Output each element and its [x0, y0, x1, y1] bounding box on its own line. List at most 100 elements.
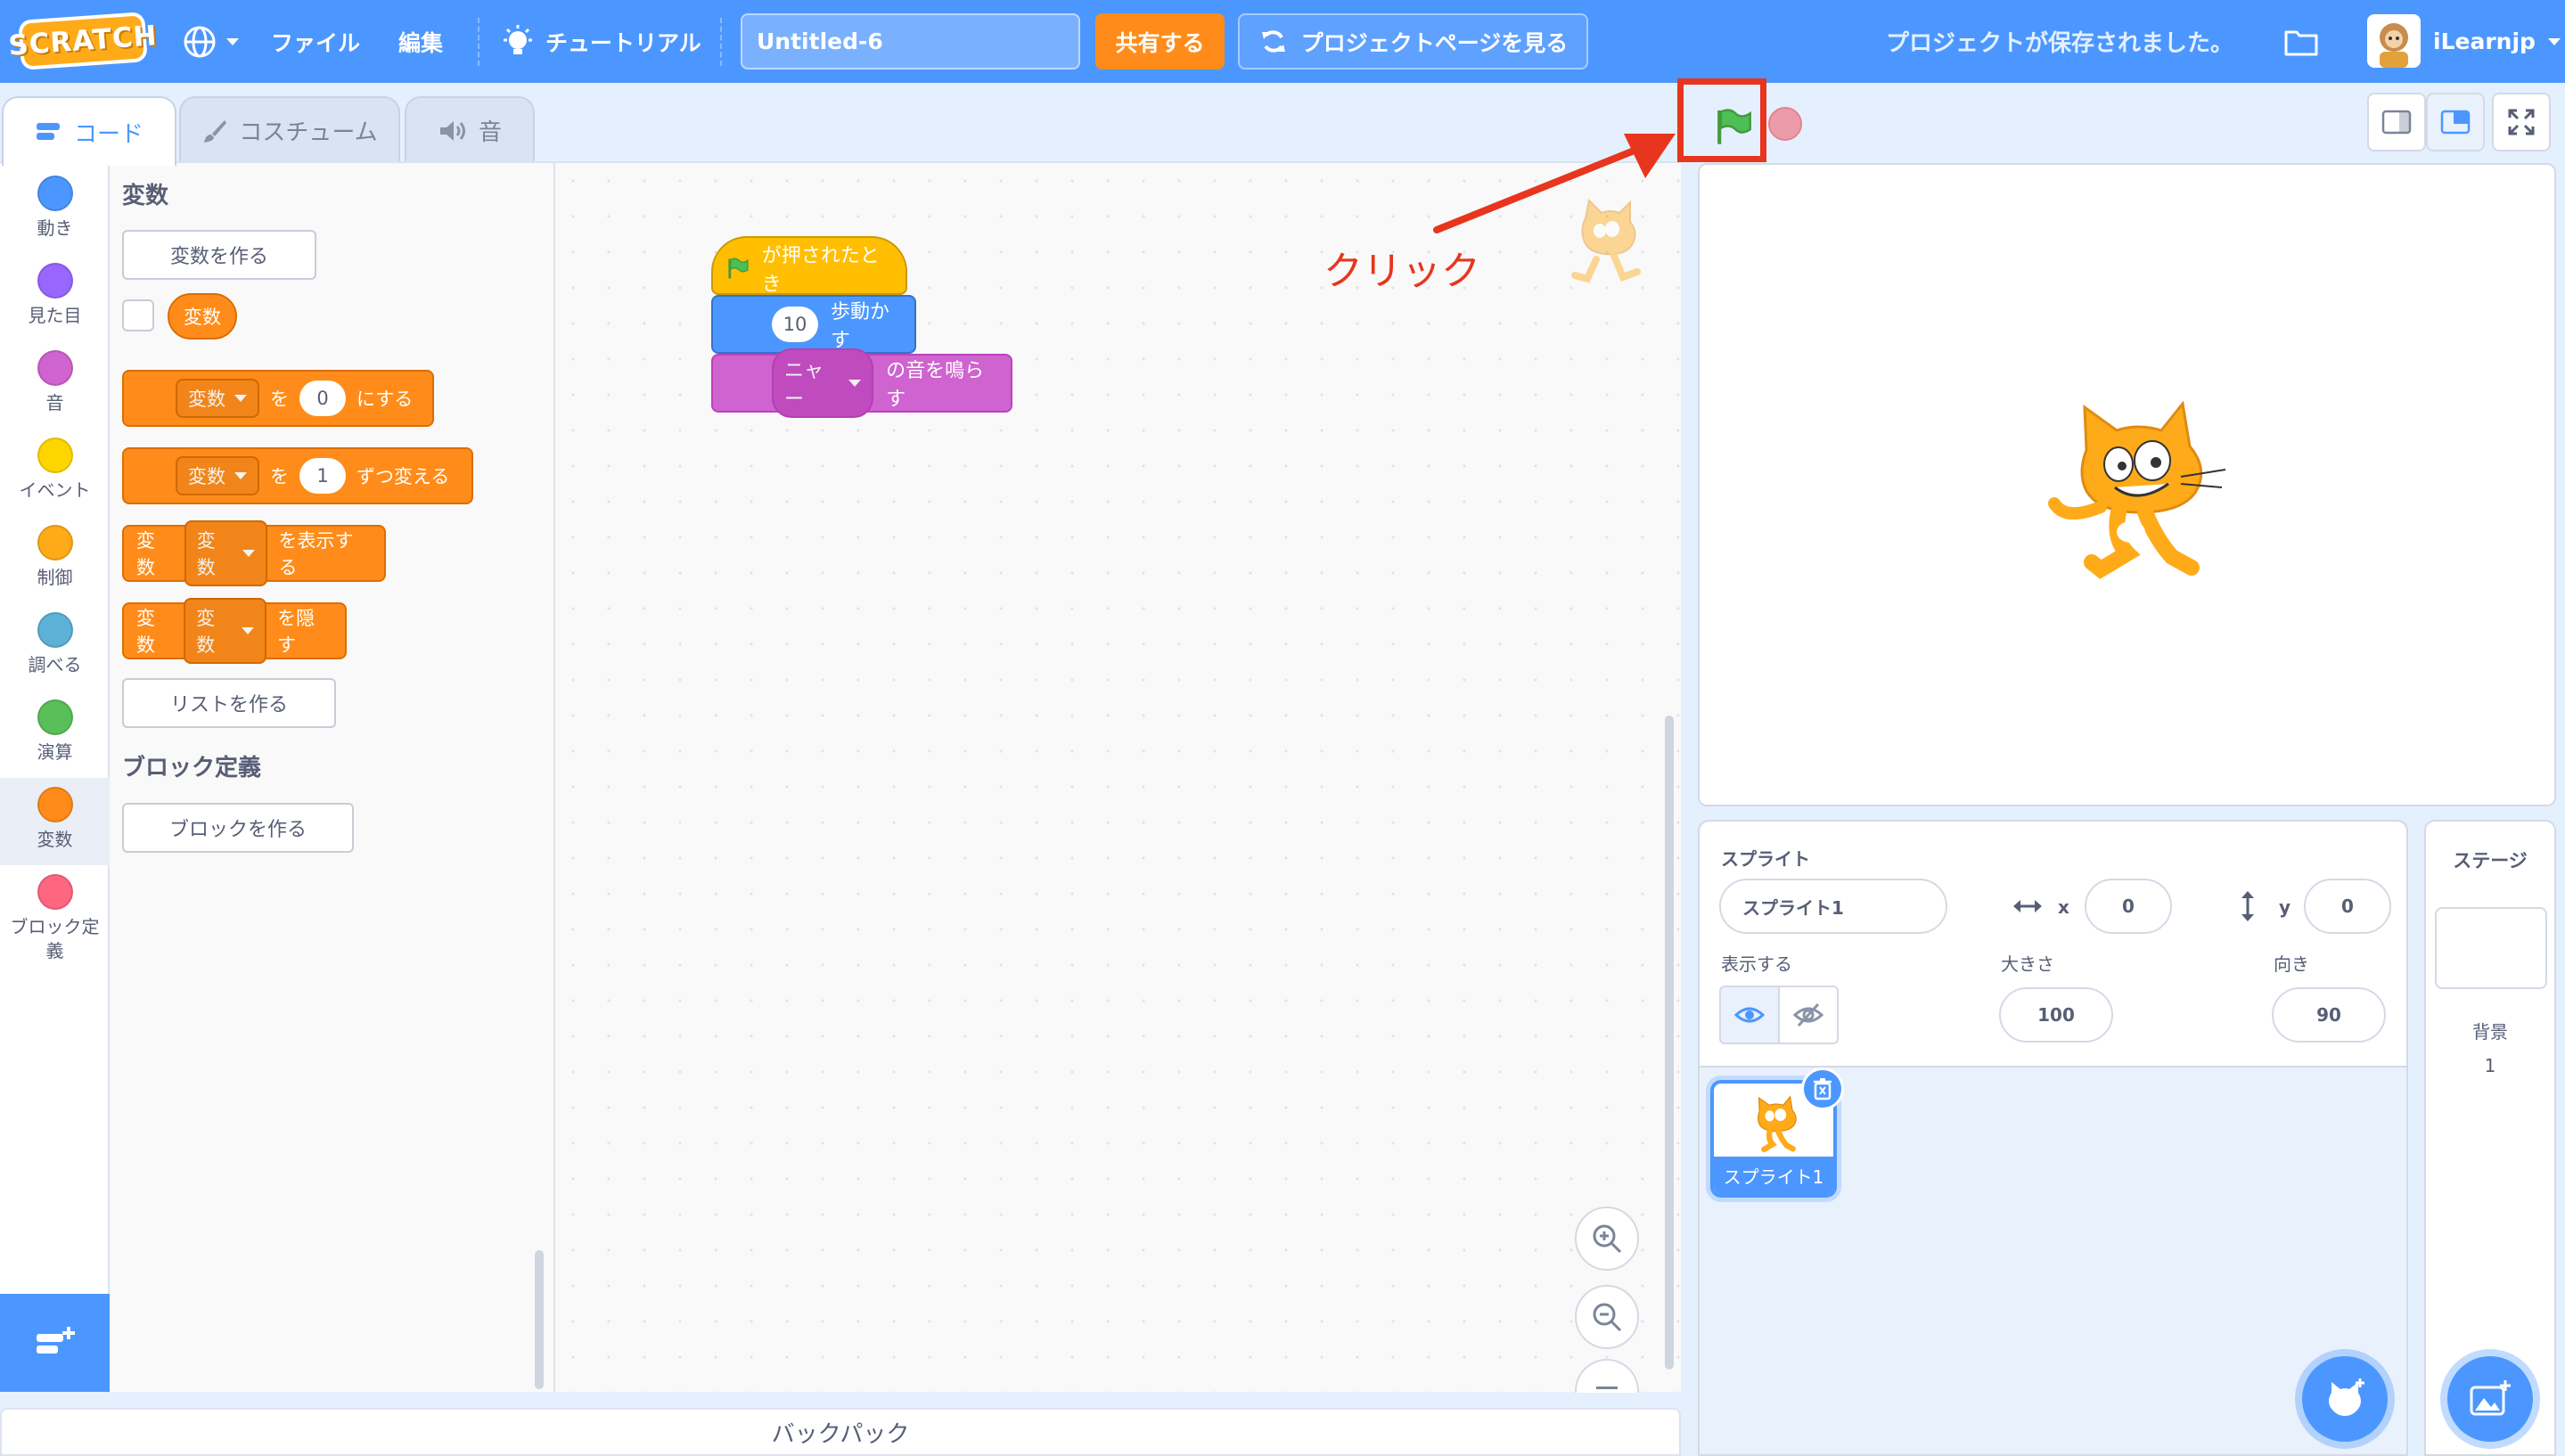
block-text: にする — [356, 389, 414, 410]
see-project-page-button[interactable]: プロジェクトページを見る — [1238, 13, 1588, 70]
make-variable-button[interactable]: 変数を作る — [122, 230, 316, 280]
make-block-button[interactable]: ブロックを作る — [122, 803, 354, 853]
normal-stage-button[interactable] — [2426, 93, 2485, 151]
category-sensing[interactable]: 調べる — [0, 612, 110, 694]
change-variable-block[interactable]: 変数 を 1 ずつ変える — [122, 447, 473, 504]
variable-dropdown[interactable]: 変数 — [184, 598, 267, 664]
trash-icon — [1814, 1078, 1832, 1100]
category-looks[interactable]: 見た目 — [0, 263, 110, 345]
set-variable-block[interactable]: 変数 を 0 にする — [122, 370, 434, 427]
variable-reporter[interactable]: 変数 — [168, 293, 237, 339]
stop-button[interactable] — [1768, 107, 1802, 141]
zoom-out-button[interactable] — [1575, 1285, 1639, 1349]
username-label: iLearnjp — [2433, 29, 2536, 54]
backpack[interactable]: バックパック — [0, 1408, 1681, 1456]
category-dot — [37, 350, 73, 386]
palette-scrollbar[interactable] — [535, 1250, 544, 1389]
category-operators[interactable]: 演算 — [0, 699, 110, 781]
direction-input[interactable]: 90 — [2272, 987, 2386, 1043]
zoom-in-button[interactable] — [1575, 1207, 1639, 1271]
fullscreen-icon — [2508, 109, 2535, 135]
share-button[interactable]: 共有する — [1095, 13, 1225, 70]
avatar-image-icon — [2380, 23, 2408, 68]
block-text: が押されたとき — [761, 245, 880, 296]
tab-costumes[interactable]: コスチューム — [179, 96, 400, 163]
hide-variable-block[interactable]: 変数 変数 を隠す — [122, 598, 347, 664]
choose-backdrop-button[interactable] — [2447, 1356, 2533, 1442]
tab-sounds[interactable]: 音 — [405, 96, 535, 163]
delete-sprite-button[interactable] — [1801, 1067, 1844, 1110]
show-variable-block[interactable]: 変数 変数 を表示する — [122, 520, 386, 586]
variable-dropdown[interactable]: 変数 — [176, 379, 259, 418]
chevron-down-icon — [234, 395, 247, 402]
eye-slash-icon — [1793, 1002, 1823, 1027]
y-label: y — [2279, 896, 2291, 918]
project-title-input[interactable]: Untitled-6 — [741, 13, 1080, 70]
sprite-name-input[interactable]: スプライト1 — [1719, 879, 1947, 934]
y-input[interactable]: 0 — [2304, 879, 2391, 934]
stage-selector[interactable]: ステージ 背景 1 — [2424, 820, 2556, 1456]
block-palette: 変数 変数を作る 変数 変数 を 0 にする 変数 を 1 ずつ変える 変数 変… — [110, 161, 555, 1392]
category-label: 音 — [45, 392, 64, 413]
move-steps-block[interactable]: 10 歩動かす — [711, 295, 916, 354]
tutorials-menu[interactable]: チュートリアル — [501, 0, 701, 83]
folder-icon — [2284, 30, 2318, 55]
normal-stage-icon — [2440, 110, 2471, 135]
category-sound[interactable]: 音 — [0, 350, 110, 432]
variable-checkbox[interactable] — [122, 299, 154, 331]
category-my-blocks[interactable]: ブロック定義 — [0, 874, 110, 972]
category-control[interactable]: 制御 — [0, 525, 110, 607]
file-menu[interactable]: ファイル — [271, 0, 360, 83]
tab-code[interactable]: コード — [2, 96, 176, 166]
scratch-logo[interactable]: SCRATCH — [7, 12, 159, 70]
category-variables[interactable]: 変数 — [0, 778, 110, 865]
zoom-reset-button[interactable] — [1575, 1359, 1639, 1393]
fullscreen-button[interactable] — [2492, 93, 2551, 151]
hide-sprite-button[interactable] — [1778, 986, 1839, 1044]
dropdown-label: 変数 — [196, 530, 216, 578]
show-label: 表示する — [1721, 953, 1792, 975]
size-label: 大きさ — [2001, 953, 2054, 975]
sound-dropdown[interactable]: ニャー — [772, 348, 874, 418]
make-list-button[interactable]: リストを作る — [122, 678, 336, 728]
category-label: 制御 — [37, 567, 73, 588]
x-input[interactable]: 0 — [2085, 879, 2172, 934]
variable-dropdown[interactable]: 変数 — [184, 520, 268, 586]
account-menu[interactable]: iLearnjp — [2433, 0, 2561, 83]
choose-sprite-button[interactable] — [2302, 1356, 2388, 1442]
sprite-thumbnail-label: スプライト1 — [1714, 1157, 1833, 1194]
category-label: イベント — [19, 479, 91, 501]
add-extension-button[interactable] — [0, 1294, 110, 1392]
start-sound-block[interactable]: ニャー の音を鳴らす — [711, 348, 1012, 418]
language-menu[interactable] — [182, 0, 239, 83]
value-input[interactable]: 0 — [299, 380, 346, 416]
dropdown-label: 変数 — [196, 608, 216, 656]
backdrops-label: 背景 — [2472, 1021, 2508, 1043]
when-flag-clicked-block[interactable]: が押されたとき — [711, 236, 907, 296]
equals-icon — [1596, 1386, 1618, 1389]
globe-icon — [184, 26, 216, 57]
horizontal-arrows-icon — [2013, 900, 2042, 912]
menu-bar: SCRATCH ファイル 編集 チュートリアル Untitled-6 共有する … — [0, 0, 2565, 83]
stage-canvas[interactable] — [1698, 163, 2556, 806]
category-motion[interactable]: 動き — [0, 176, 110, 258]
category-events[interactable]: イベント — [0, 438, 110, 519]
my-stuff-button[interactable] — [2283, 0, 2319, 83]
variable-dropdown[interactable]: 変数 — [176, 456, 259, 495]
avatar[interactable] — [2367, 14, 2421, 68]
value-input[interactable]: 1 — [299, 458, 346, 494]
script-scrollbar[interactable] — [1665, 716, 1674, 1370]
steps-input[interactable]: 10 — [772, 307, 818, 342]
remix-arrows-icon — [1261, 29, 1285, 53]
category-dot — [37, 438, 73, 473]
cat-sprite-icon[interactable] — [2038, 388, 2234, 584]
size-input[interactable]: 100 — [1999, 987, 2113, 1043]
annotation-label: クリック — [1323, 249, 1480, 294]
show-sprite-button[interactable] — [1719, 986, 1780, 1044]
chevron-down-icon — [848, 380, 862, 387]
script-area[interactable]: が押されたとき 10 歩動かす ニャー の音を鳴らす — [555, 161, 1681, 1393]
edit-menu[interactable]: 編集 — [398, 0, 443, 83]
small-stage-button[interactable] — [2367, 93, 2426, 151]
stage-title: ステージ — [2453, 850, 2528, 871]
stage-thumbnail[interactable] — [2435, 907, 2547, 989]
